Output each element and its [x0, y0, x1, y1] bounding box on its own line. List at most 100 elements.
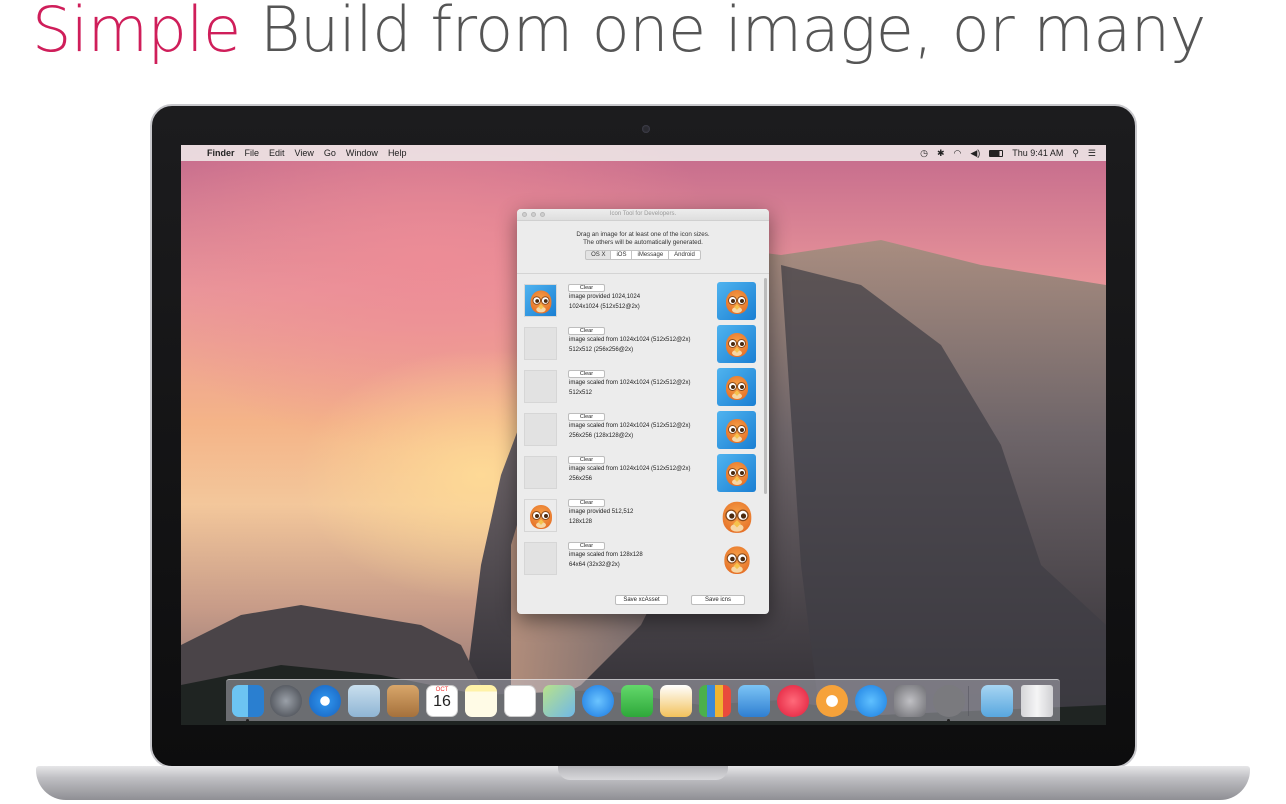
row-size: 256x256 (128x128@2x) [569, 433, 634, 439]
headline: Simple Build from one image, or many [32, 0, 1206, 68]
image-drop-well[interactable] [524, 327, 557, 360]
save-xcasset-button[interactable]: Save xcAsset [615, 595, 668, 605]
menu-view[interactable]: View [295, 148, 314, 158]
clear-button[interactable]: Clear [568, 413, 605, 421]
row-size: 1024x1024 (512x512@2x) [569, 304, 640, 310]
platform-segmented-control: OS X iOS iMessage Android [517, 250, 769, 260]
trash-icon[interactable] [1021, 685, 1053, 717]
image-drop-well[interactable] [524, 370, 557, 403]
image-drop-well[interactable] [524, 542, 557, 575]
menu-window[interactable]: Window [346, 148, 378, 158]
generated-icon-preview [717, 325, 756, 363]
app-icon[interactable] [933, 685, 965, 717]
tab-osx[interactable]: OS X [585, 250, 612, 260]
window-titlebar[interactable]: Icon Tool for Developers. [517, 209, 769, 221]
instructions-line-2: The others will be automatically generat… [583, 239, 703, 246]
system-preferences-icon[interactable] [894, 685, 926, 717]
icon-size-list: Clear image provided 1024,1024 1024x1024… [517, 273, 769, 583]
list-icon[interactable]: ☰ [1088, 148, 1096, 159]
list-item: Clear image scaled from 1024x1024 (512x5… [517, 411, 769, 455]
finder-icon[interactable] [232, 685, 264, 717]
battery-icon[interactable] [989, 149, 1004, 157]
clear-button[interactable]: Clear [568, 327, 605, 335]
time-machine-icon[interactable]: ◷ [920, 148, 928, 159]
generated-icon-preview [717, 497, 756, 535]
desktop-screen: Finder File Edit View Go Window Help ◷ ✱… [181, 145, 1106, 725]
facetime-icon[interactable] [621, 685, 653, 717]
row-source: image provided 1024,1024 [569, 294, 641, 300]
running-indicator [246, 719, 249, 722]
list-item: Clear image scaled from 1024x1024 (512x5… [517, 454, 769, 498]
search-icon[interactable]: ⚲ [1072, 148, 1079, 159]
app-store-icon[interactable] [855, 685, 887, 717]
generated-icon-preview [717, 368, 756, 406]
owl-icon [720, 498, 754, 534]
owl-icon [722, 543, 752, 575]
clock[interactable]: Thu 9:41 AM [1012, 148, 1063, 158]
generated-icon-preview [717, 282, 756, 320]
save-icns-button[interactable]: Save icns [691, 595, 745, 605]
window-title: Icon Tool for Developers. [609, 211, 677, 217]
contacts-icon[interactable] [387, 685, 419, 717]
image-drop-well[interactable] [524, 499, 557, 532]
tab-imessage[interactable]: iMessage [632, 250, 670, 260]
bluetooth-icon[interactable]: ✱ [937, 148, 945, 159]
reminders-icon[interactable] [504, 685, 536, 717]
generated-icon-preview [717, 411, 756, 449]
row-source: image scaled from 1024x1024 (512x512@2x) [569, 380, 691, 386]
itunes-icon[interactable] [777, 685, 809, 717]
menu-help[interactable]: Help [388, 148, 407, 158]
dock: OCT 16 [226, 679, 1060, 722]
row-source: image scaled from 1024x1024 (512x512@2x) [569, 466, 691, 472]
running-indicator [947, 719, 950, 722]
list-item: Clear image provided 512,512 128x128 [517, 499, 769, 541]
dock-separator [968, 686, 969, 716]
ibooks-icon[interactable] [816, 685, 848, 717]
menu-file[interactable]: File [245, 148, 260, 158]
menu-app-finder[interactable]: Finder [207, 148, 235, 158]
list-item: Clear image scaled from 1024x1024 (512x5… [517, 368, 769, 412]
row-source: image scaled from 128x128 [569, 552, 643, 558]
clear-button[interactable]: Clear [568, 542, 605, 550]
image-drop-well[interactable] [524, 456, 557, 489]
headline-text: Build from one image, or many [240, 0, 1206, 66]
window-footer: Save xcAsset Save icns [517, 587, 769, 614]
keynote-icon[interactable] [738, 685, 770, 717]
pages-icon[interactable] [660, 685, 692, 717]
calendar-icon[interactable]: OCT 16 [426, 685, 458, 717]
clear-button[interactable]: Clear [568, 370, 605, 378]
image-drop-well[interactable] [524, 284, 557, 317]
menu-go[interactable]: Go [324, 148, 336, 158]
numbers-icon[interactable] [699, 685, 731, 717]
clear-button[interactable]: Clear [568, 284, 605, 292]
messages-icon[interactable] [582, 685, 614, 717]
safari-icon[interactable] [309, 685, 341, 717]
mail-icon[interactable] [348, 685, 380, 717]
menu-bar: Finder File Edit View Go Window Help ◷ ✱… [181, 145, 1106, 161]
menu-edit[interactable]: Edit [269, 148, 285, 158]
row-size: 512x512 (256x256@2x) [569, 347, 634, 353]
tab-android[interactable]: Android [669, 250, 701, 260]
list-item: Clear image scaled from 128x128 64x64 (3… [517, 542, 769, 584]
instructions-line-1: Drag an image for at least one of the ic… [576, 231, 710, 238]
notes-icon[interactable] [465, 685, 497, 717]
clear-button[interactable]: Clear [568, 499, 605, 507]
headline-accent: Simple [32, 0, 241, 66]
row-size: 512x512 [569, 390, 593, 396]
wifi-icon[interactable]: ◠ [954, 148, 962, 159]
row-source: image scaled from 1024x1024 (512x512@2x) [569, 337, 691, 343]
owl-icon [528, 502, 554, 530]
page: Simple Build from one image, or many Fin… [0, 0, 1286, 804]
image-drop-well[interactable] [524, 413, 557, 446]
row-size: 128x128 [569, 519, 593, 525]
downloads-icon[interactable] [981, 685, 1013, 717]
volume-icon[interactable]: ◀) [970, 148, 980, 159]
row-source: image provided 512,512 [569, 509, 634, 515]
menu-extras: ◷ ✱ ◠ ◀) Thu 9:41 AM ⚲ ☰ [920, 145, 1096, 161]
maps-icon[interactable] [543, 685, 575, 717]
generated-icon-preview [717, 454, 756, 492]
tab-ios[interactable]: iOS [611, 250, 633, 260]
launchpad-icon[interactable] [270, 685, 302, 717]
owl-icon [724, 287, 750, 315]
clear-button[interactable]: Clear [568, 456, 605, 464]
